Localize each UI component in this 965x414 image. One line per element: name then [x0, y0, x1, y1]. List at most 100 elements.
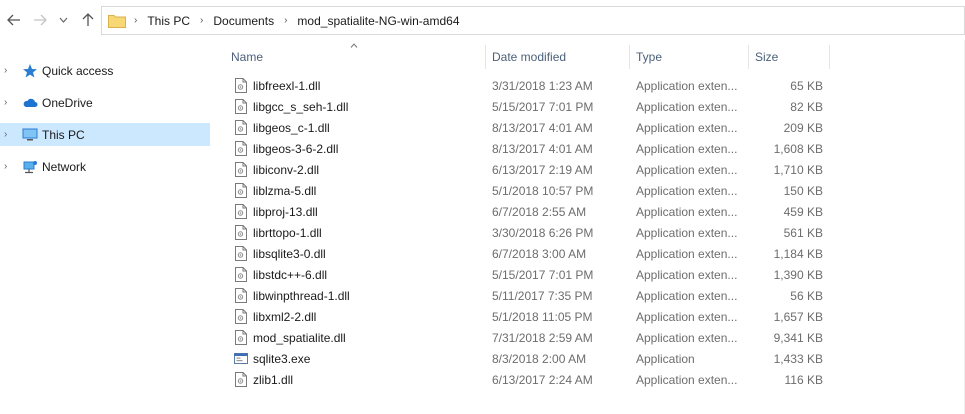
expand-chevron-icon[interactable]: ›	[4, 161, 14, 172]
nav-item-onedrive[interactable]: › OneDrive	[0, 91, 210, 114]
file-name: mod_spatialite.dll	[253, 331, 346, 345]
dll-file-icon	[234, 246, 248, 261]
file-name: liblzma-5.dll	[253, 184, 317, 198]
file-row[interactable]: libwinpthread-1.dll 5/11/2017 7:35 PM Appl…	[231, 285, 833, 306]
expand-chevron-icon[interactable]: ›	[4, 129, 14, 140]
file-date-modified: 8/13/2017 4:01 AM	[492, 142, 593, 156]
file-name: libxml2-2.dll	[253, 310, 317, 324]
file-date-modified: 5/1/2018 10:57 PM	[492, 184, 594, 198]
file-type: Application exten...	[636, 268, 738, 282]
file-type: Application exten...	[636, 163, 738, 177]
file-type: Application exten...	[636, 331, 738, 345]
breadcrumb-separator-icon: ›	[134, 15, 138, 26]
file-size: 82 KB	[790, 100, 823, 114]
file-name: libproj-13.dll	[253, 205, 318, 219]
file-date-modified: 6/13/2017 2:24 AM	[492, 373, 593, 387]
nav-item-network[interactable]: › Network	[0, 155, 210, 178]
file-name: libgeos_c-1.dll	[253, 121, 330, 135]
expand-chevron-icon[interactable]: ›	[4, 97, 14, 108]
file-row[interactable]: mod_spatialite.dll 7/31/2018 2:59 AM Appli…	[231, 327, 833, 348]
file-name: zlib1.dll	[253, 373, 294, 387]
column-header-type[interactable]: Type	[630, 45, 749, 69]
breadcrumb-documents[interactable]: Documents	[213, 14, 274, 28]
file-row[interactable]: zlib1.dll 6/13/2017 2:24 AM Application ex…	[231, 369, 833, 390]
file-row[interactable]: libsqlite3-0.dll 6/7/2018 3:00 AM Applicat…	[231, 243, 833, 264]
file-row[interactable]: libiconv-2.dll 6/13/2017 2:19 AM Applicati…	[231, 159, 833, 180]
file-date-modified: 3/31/2018 1:23 AM	[492, 79, 593, 93]
dll-file-icon	[234, 225, 248, 240]
file-name: libwinpthread-1.dll	[253, 289, 350, 303]
forward-arrow-icon[interactable]	[30, 10, 50, 30]
file-row[interactable]: libgeos_c-1.dll 8/13/2017 4:01 AM Applicat…	[231, 117, 833, 138]
file-size: 9,341 KB	[773, 331, 823, 345]
file-row[interactable]: liblzma-5.dll 5/1/2018 10:57 PM Applicatio…	[231, 180, 833, 201]
column-header-name[interactable]: Name	[225, 45, 486, 69]
folder-icon	[108, 14, 126, 28]
file-row[interactable]: libstdc++-6.dll 5/15/2017 7:01 PM Applicat…	[231, 264, 833, 285]
column-header-size[interactable]: Size	[749, 45, 830, 69]
file-type: Application exten...	[636, 247, 738, 261]
dll-file-icon	[234, 288, 248, 303]
file-name: libgcc_s_seh-1.dll	[253, 100, 349, 114]
address-bar[interactable]: › This PC › Documents › mod_spatialite-N…	[101, 6, 965, 35]
file-type: Application	[636, 352, 695, 366]
file-size: 150 KB	[783, 184, 823, 198]
file-size: 1,390 KB	[773, 268, 823, 282]
file-date-modified: 5/15/2017 7:01 PM	[492, 268, 594, 282]
file-date-modified: 6/7/2018 2:55 AM	[492, 205, 587, 219]
file-size: 561 KB	[783, 226, 823, 240]
breadcrumb-separator-icon: ›	[284, 15, 288, 26]
file-date-modified: 7/31/2018 2:59 AM	[492, 331, 593, 345]
nav-item-label: Network	[42, 159, 87, 174]
nav-item-quick-access[interactable]: › Quick access	[0, 59, 210, 82]
computer-icon	[22, 127, 38, 143]
file-row[interactable]: sqlite3.exe 8/3/2018 2:00 AM Application 1,…	[231, 348, 833, 369]
recent-locations-chevron-down-icon[interactable]	[56, 10, 70, 30]
file-type: Application exten...	[636, 310, 738, 324]
dll-file-icon	[234, 372, 248, 387]
file-date-modified: 5/1/2018 11:05 PM	[492, 310, 593, 324]
file-date-modified: 3/30/2018 6:26 PM	[492, 226, 594, 240]
file-type: Application exten...	[636, 205, 738, 219]
file-row[interactable]: librttopo-1.dll 3/30/2018 6:26 PM Applicat…	[231, 222, 833, 243]
file-row[interactable]: libgcc_s_seh-1.dll 5/15/2017 7:01 PM Appli…	[231, 96, 833, 117]
dll-file-icon	[234, 78, 248, 93]
file-name: sqlite3.exe	[253, 352, 311, 366]
file-date-modified: 8/13/2017 4:01 AM	[492, 121, 593, 135]
file-name: libstdc++-6.dll	[253, 268, 328, 282]
file-size: 1,433 KB	[773, 352, 823, 366]
dll-file-icon	[234, 309, 248, 324]
column-header-date-modified[interactable]: Date modified	[486, 45, 630, 69]
up-arrow-icon[interactable]	[78, 10, 98, 30]
file-row[interactable]: libproj-13.dll 6/7/2018 2:55 AM Applicatio…	[231, 201, 833, 222]
file-list: Name Date modified Type Size libfreexl-1…	[212, 40, 965, 414]
dll-file-icon	[234, 267, 248, 282]
file-name: librttopo-1.dll	[253, 226, 322, 240]
nav-item-this-pc[interactable]: › This PC	[0, 123, 210, 146]
file-name: libiconv-2.dll	[253, 163, 320, 177]
cloud-icon	[22, 95, 38, 111]
file-size: 1,710 KB	[773, 163, 823, 177]
file-size: 459 KB	[783, 205, 823, 219]
file-name: libsqlite3-0.dll	[253, 247, 326, 261]
file-row[interactable]: libxml2-2.dll 5/1/2018 11:05 PM Applicatio…	[231, 306, 833, 327]
file-type: Application exten...	[636, 121, 738, 135]
file-size: 1,184 KB	[773, 247, 823, 261]
file-date-modified: 8/3/2018 2:00 AM	[492, 352, 587, 366]
file-type: Application exten...	[636, 79, 738, 93]
breadcrumb-current-folder[interactable]: mod_spatialite-NG-win-amd64	[297, 14, 459, 28]
nav-item-label: Quick access	[42, 63, 114, 78]
dll-file-icon	[234, 99, 248, 114]
file-row[interactable]: libfreexl-1.dll 3/31/2018 1:23 AM Applicat…	[231, 75, 833, 96]
back-arrow-icon[interactable]	[4, 10, 24, 30]
nav-item-label: This PC	[42, 127, 85, 142]
file-type: Application exten...	[636, 100, 738, 114]
nav-item-label: OneDrive	[42, 95, 93, 110]
dll-file-icon	[234, 141, 248, 156]
file-row[interactable]: libgeos-3-6-2.dll 8/13/2017 4:01 AM Applic…	[231, 138, 833, 159]
file-size: 65 KB	[790, 79, 823, 93]
navigation-pane: › Quick access › OneDrive › This PC › Ne…	[0, 40, 212, 414]
expand-chevron-icon[interactable]: ›	[4, 65, 14, 76]
breadcrumb-separator-icon: ›	[200, 15, 204, 26]
breadcrumb-this-pc[interactable]: This PC	[147, 14, 190, 28]
